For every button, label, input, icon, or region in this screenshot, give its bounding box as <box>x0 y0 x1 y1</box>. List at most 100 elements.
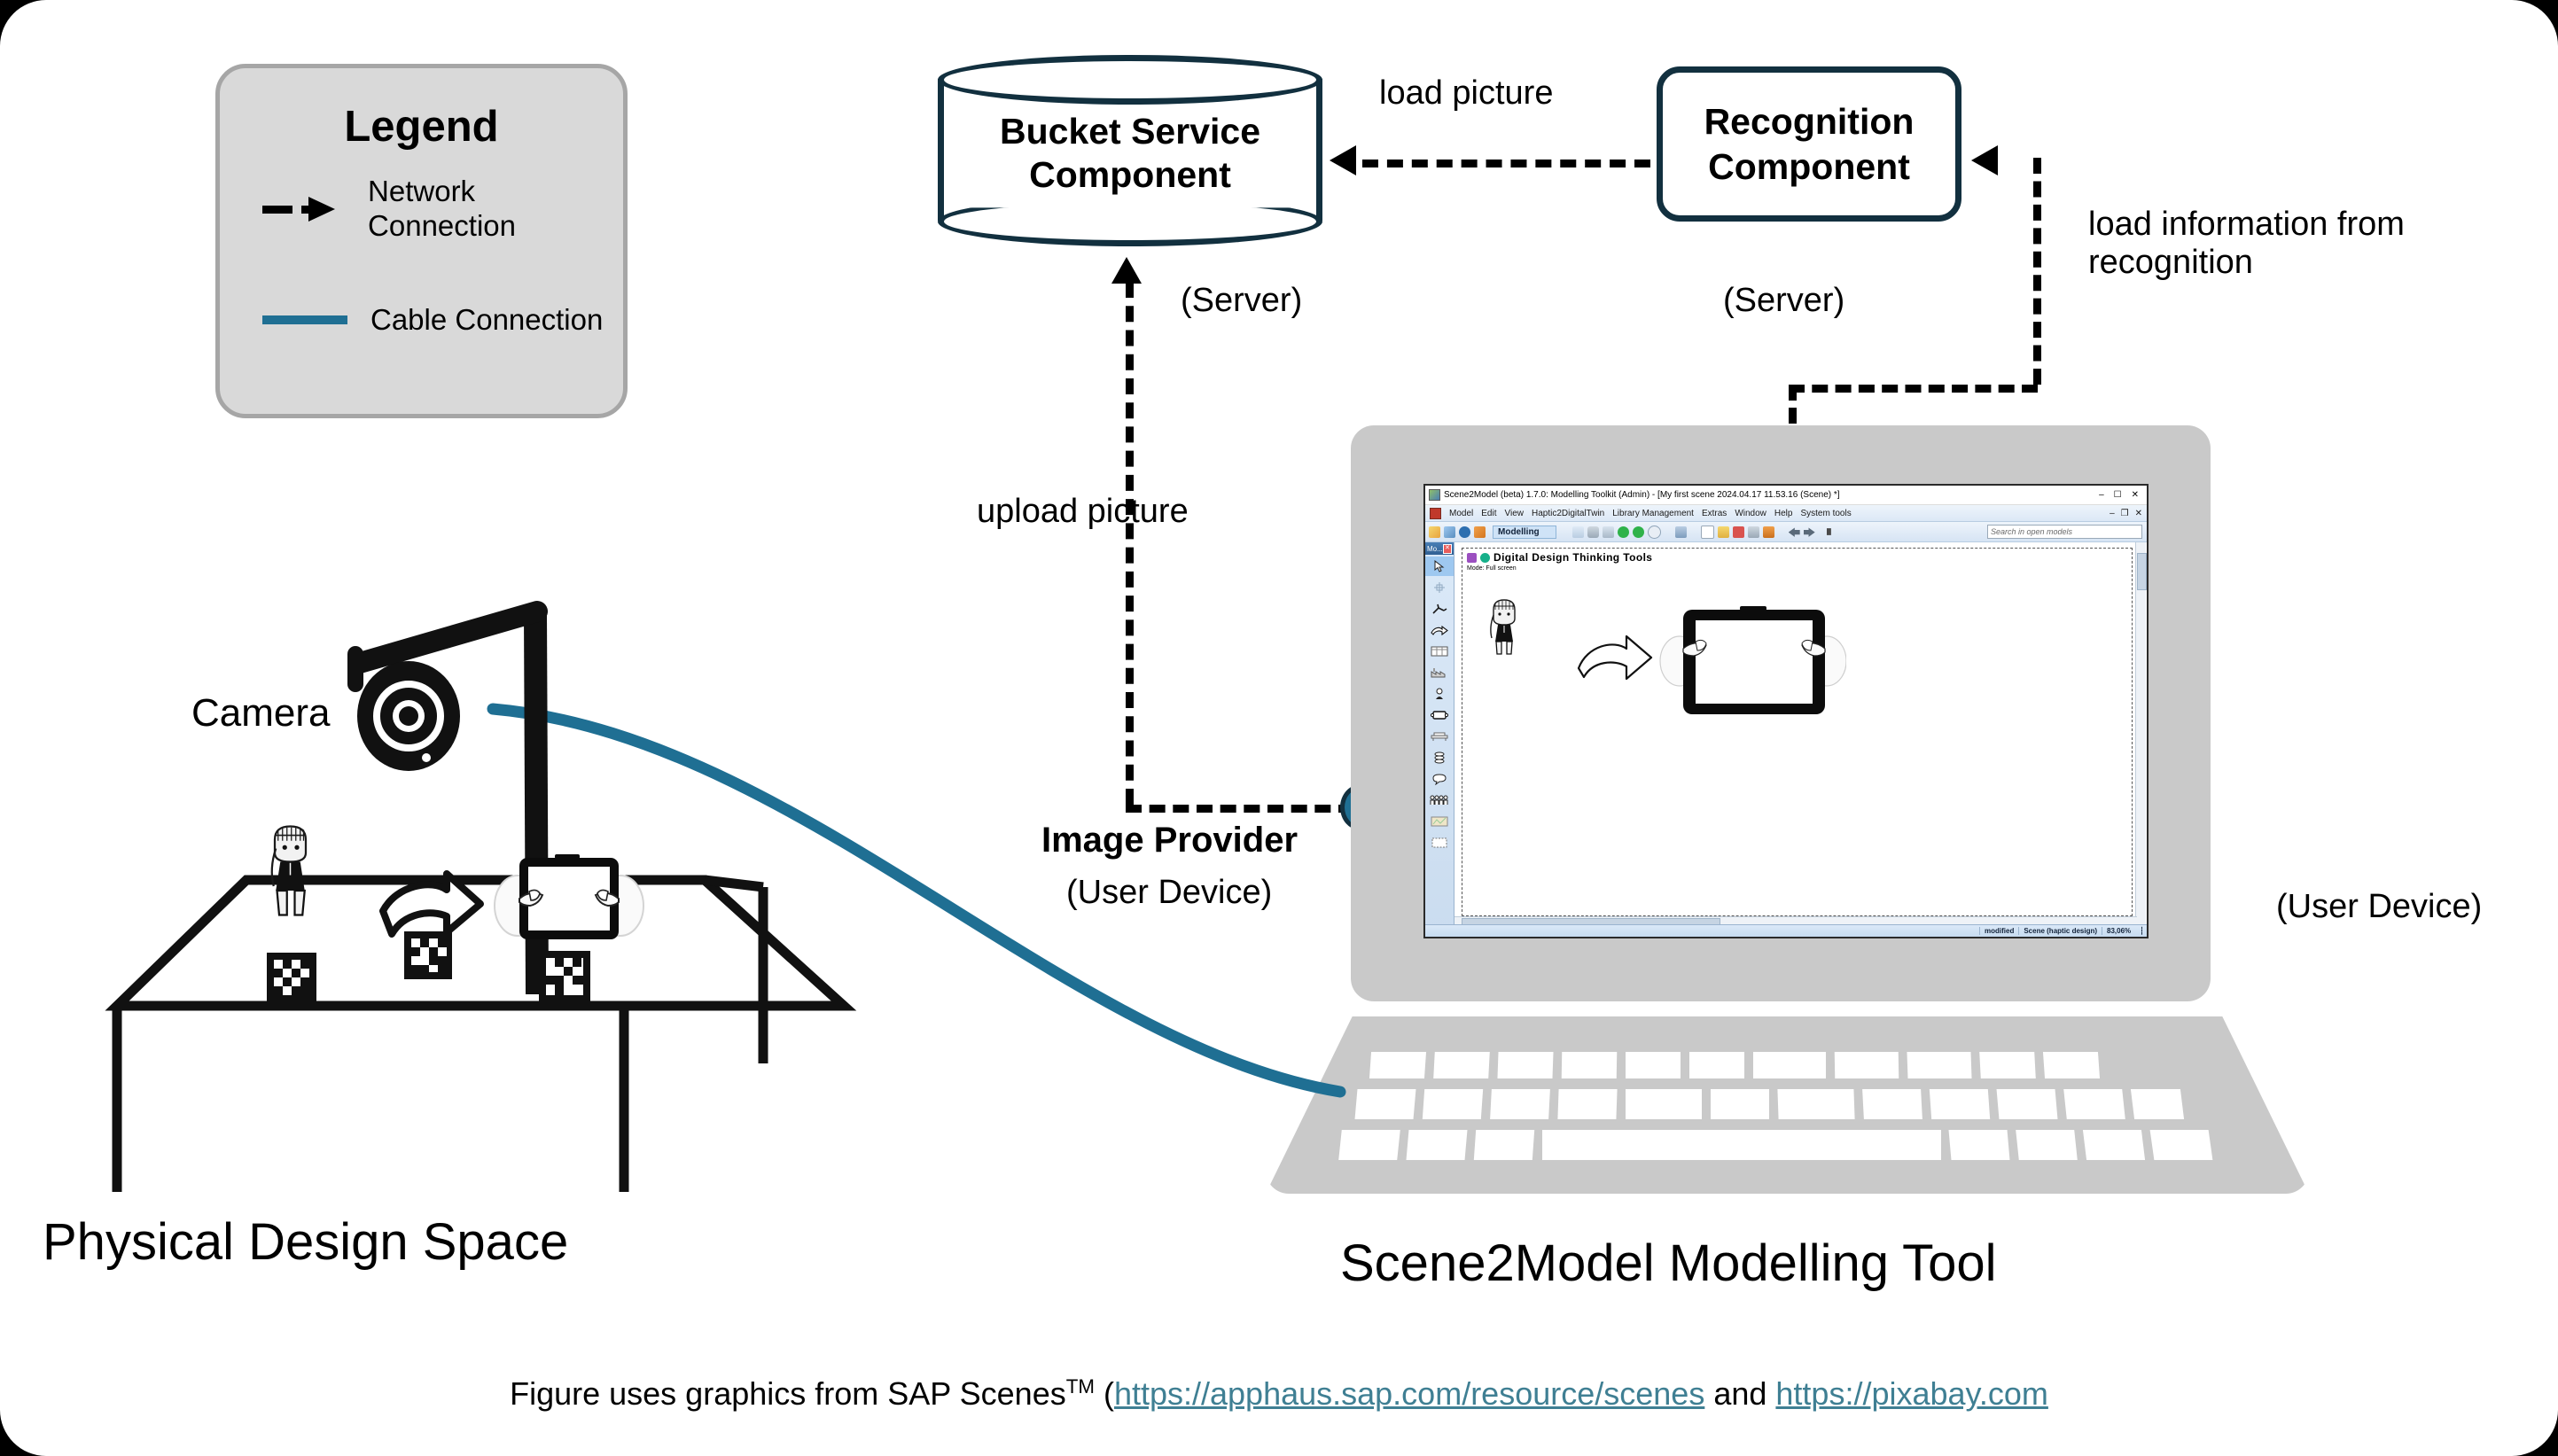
legend-item-label: Cable Connection <box>370 303 604 336</box>
camera-label: Camera <box>191 691 331 735</box>
back-icon[interactable] <box>1617 526 1629 538</box>
binoculars-icon[interactable] <box>1826 528 1831 535</box>
mode-selector[interactable]: Modelling <box>1493 525 1556 539</box>
node-bucket-service-component: Bucket Service Component <box>938 55 1322 246</box>
figure-source-note: Figure uses graphics from SAP ScenesTM (… <box>0 1375 2558 1413</box>
save-icon[interactable] <box>1732 526 1744 538</box>
forward-icon[interactable] <box>1632 526 1644 538</box>
edge-label-upload-picture: upload picture <box>977 493 1189 530</box>
camera-icon <box>357 661 460 771</box>
resize-grip-icon[interactable]: ┆ <box>2135 927 2147 935</box>
aruco-marker-1 <box>267 953 316 1002</box>
stencil-note-icon[interactable] <box>1428 833 1451 853</box>
edge-label-load-information: load information from recognition <box>2088 206 2405 281</box>
app-status-bar: modified Scene (haptic design) 83,06% ┆ <box>1425 924 2147 937</box>
stencil-close-icon[interactable]: ✕ <box>1442 543 1452 554</box>
stencil-office-icon[interactable] <box>1428 642 1451 661</box>
modelling-canvas[interactable]: Digital Design Thinking Tools Mode: Full… <box>1454 542 2147 937</box>
status-zoom-level: 83,06% <box>2102 927 2135 935</box>
minimize-icon[interactable]: – <box>2099 490 2104 500</box>
edit-model-icon[interactable] <box>1429 526 1440 538</box>
canvas-title-row: Digital Design Thinking Tools <box>1467 551 1652 564</box>
mdi-close-icon[interactable]: ✕ <box>2135 509 2142 518</box>
link-sap-apphaus[interactable]: https://apphaus.sap.com/resource/scenes <box>1114 1375 1704 1412</box>
stencil-table-icon[interactable] <box>1428 727 1451 746</box>
scene-refresh-icon <box>1480 552 1490 563</box>
stencil-factory-icon[interactable] <box>1428 663 1451 682</box>
mdi-window-controls[interactable]: – ❐ ✕ <box>2110 509 2147 518</box>
menu-item-view[interactable]: View <box>1504 509 1524 518</box>
legend-item-network-connection: Network Connection <box>262 175 623 244</box>
stencil-person-icon[interactable] <box>1428 684 1451 704</box>
menu-item-haptic2digitaltwin[interactable]: Haptic2DigitalTwin <box>1532 509 1604 518</box>
image-provider-label: Image Provider <box>1041 821 1298 860</box>
mdi-minimize-icon[interactable]: – <box>2110 509 2115 518</box>
menu-item-model[interactable]: Model <box>1449 509 1473 518</box>
app-toolbar[interactable]: Modelling Search in open models <box>1425 522 2147 542</box>
menu-item-edit[interactable]: Edit <box>1481 509 1496 518</box>
link-pixabay[interactable]: https://pixabay.com <box>1775 1375 2047 1412</box>
canvas-tablet-graphic <box>1659 606 1846 714</box>
tool-grid-icon[interactable] <box>1428 578 1451 597</box>
undo-icon[interactable] <box>1788 527 1800 537</box>
canvas-person-figure <box>1490 599 1516 655</box>
stencil-stack-icon[interactable] <box>1428 748 1451 767</box>
stencil-speech-bubble-icon[interactable] <box>1428 769 1451 789</box>
stencil-header-label: Mo... <box>1427 544 1443 553</box>
stencil-people-group-icon[interactable] <box>1428 790 1451 810</box>
tool-pointer-icon[interactable] <box>1425 557 1454 576</box>
scene-tool-icon[interactable] <box>1674 526 1687 538</box>
caption-physical-design-space: Physical Design Space <box>43 1213 569 1271</box>
aruco-marker-3 <box>539 951 590 1002</box>
footer-open-paren: ( <box>1094 1375 1114 1412</box>
stencil-screen-icon[interactable] <box>1428 705 1451 725</box>
menu-item-help[interactable]: Help <box>1774 509 1793 518</box>
edge-label-load-picture: load picture <box>1379 74 1554 112</box>
edge-upload-picture-vertical <box>1126 282 1134 805</box>
window-controls[interactable]: – ☐ ✕ <box>2099 490 2147 500</box>
model-group-icon[interactable] <box>1444 526 1455 538</box>
edge-load-info-horizontal <box>1789 385 2038 393</box>
menu-item-extras[interactable]: Extras <box>1702 509 1727 518</box>
print-icon[interactable] <box>1747 526 1759 538</box>
close-icon[interactable]: ✕ <box>2132 490 2139 500</box>
copy-icon[interactable] <box>1602 526 1614 538</box>
scene-marker-icon <box>1467 552 1477 563</box>
dashed-arrow-icon <box>262 196 345 222</box>
solid-line-icon <box>262 315 347 325</box>
camera-mount-graphic <box>347 601 549 995</box>
figure-root: Legend Network Connection Cable Connecti… <box>0 0 2558 1456</box>
image-provider-sublabel: (User Device) <box>1066 874 1273 911</box>
no-entry-icon[interactable] <box>1647 525 1661 539</box>
new-file-icon[interactable] <box>1700 525 1714 539</box>
scene-logo-icon <box>1430 507 1441 519</box>
toolbar-overflow-icon[interactable] <box>1819 526 1823 538</box>
home-icon[interactable] <box>1571 526 1584 538</box>
plugin-icon[interactable] <box>1474 526 1486 538</box>
stencil-header: Mo... ✕ <box>1425 542 1454 555</box>
footer-trademark: TM <box>1065 1375 1095 1398</box>
maximize-icon[interactable]: ☐ <box>2114 490 2122 500</box>
export-icon[interactable] <box>1762 526 1774 538</box>
node-label: Bucket Service Component <box>999 111 1260 196</box>
paint-icon[interactable] <box>1459 526 1470 538</box>
table-arrow-graphic <box>379 870 484 938</box>
mdi-restore-icon[interactable]: ❐ <box>2121 509 2129 518</box>
redo-icon[interactable] <box>1803 527 1815 537</box>
stencil-arrow-icon[interactable] <box>1428 620 1451 640</box>
stencil-palette[interactable]: Mo... ✕ <box>1425 542 1454 937</box>
footer-middle: and <box>1704 1375 1776 1412</box>
search-input[interactable]: Search in open models <box>1987 525 2142 539</box>
menu-item-library-management[interactable]: Library Management <box>1612 509 1694 518</box>
menu-item-window[interactable]: Window <box>1735 509 1766 518</box>
legend-item-label: Network Connection <box>368 175 516 242</box>
scene2model-app-window[interactable]: Scene2Model (beta) 1.7.0: Modelling Tool… <box>1423 484 2149 938</box>
stencil-map-icon[interactable] <box>1428 812 1451 831</box>
menu-item-system-tools[interactable]: System tools <box>1800 509 1851 518</box>
stencil-robot-arm-icon[interactable] <box>1428 599 1451 619</box>
open-folder-icon[interactable] <box>1717 526 1729 538</box>
app-menu-bar[interactable]: Model Edit View Haptic2DigitalTwin Libra… <box>1425 505 2147 522</box>
canvas-vertical-scrollbar[interactable] <box>2135 542 2147 927</box>
table-graphic <box>105 875 857 1192</box>
database-icon[interactable] <box>1587 526 1599 538</box>
